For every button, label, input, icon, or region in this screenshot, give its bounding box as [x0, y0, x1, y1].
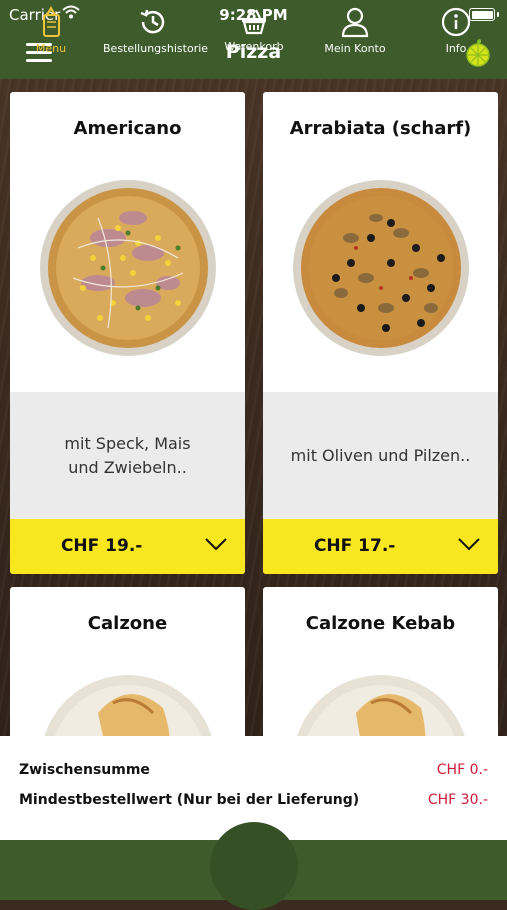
price-bar[interactable]: CHF 19.-	[10, 519, 245, 574]
price-bar[interactable]: CHF 17.-	[263, 519, 498, 574]
chevron-down-icon[interactable]	[205, 537, 227, 551]
product-card-americano[interactable]: Americano mit Speck, Mais und Zwiebeln..…	[10, 92, 245, 574]
product-price: CHF 17.-	[313, 536, 396, 556]
tab-label: Menu	[35, 42, 67, 55]
tab-label: Warenkorb	[224, 40, 284, 53]
product-card-arrabiata[interactable]: Arrabiata (scharf) mit Oliven und Pilzen…	[263, 92, 498, 574]
tab-menu[interactable]: Menu	[10, 0, 92, 60]
pizza-image	[40, 180, 216, 356]
subtotal-value: CHF 0.-	[436, 762, 488, 778]
basket-tab-circle[interactable]	[210, 822, 298, 910]
basket-icon	[242, 9, 266, 35]
product-price: CHF 19.-	[60, 536, 143, 556]
tab-basket[interactable]: Warenkorb	[210, 0, 298, 60]
tab-history[interactable]: Bestellungshistorie	[103, 0, 209, 60]
product-name: Arrabiata (scharf)	[289, 118, 472, 139]
history-icon	[140, 9, 165, 34]
product-name: Calzone Kebab	[305, 613, 456, 634]
minimum-order-row: Mindestbestellwert (Nur bei der Lieferun…	[19, 792, 488, 808]
tab-label: Mein Konto	[324, 42, 386, 55]
tab-info[interactable]: Info	[415, 0, 497, 60]
minimum-order-value: CHF 30.-	[427, 792, 488, 808]
product-name: Americano	[73, 118, 182, 139]
info-icon	[441, 7, 471, 37]
chevron-down-icon[interactable]	[458, 537, 480, 551]
tab-account[interactable]: Mein Konto	[305, 0, 405, 60]
pizza-image	[293, 180, 469, 356]
battery-tip	[497, 12, 499, 17]
subtotal-row: Zwischensumme CHF 0.-	[19, 762, 488, 778]
menu-card-icon	[43, 6, 60, 37]
subtotal-label: Zwischensumme	[19, 762, 150, 778]
product-description: mit Oliven und Pilzen..	[263, 392, 498, 519]
tab-label: Bestellungshistorie	[103, 42, 209, 55]
product-name: Calzone	[87, 613, 168, 634]
tab-label: Info	[445, 42, 467, 55]
person-icon	[341, 7, 369, 38]
minimum-order-label: Mindestbestellwert (Nur bei der Lieferun…	[19, 792, 360, 808]
product-description: mit Speck, Mais und Zwiebeln..	[10, 392, 245, 519]
